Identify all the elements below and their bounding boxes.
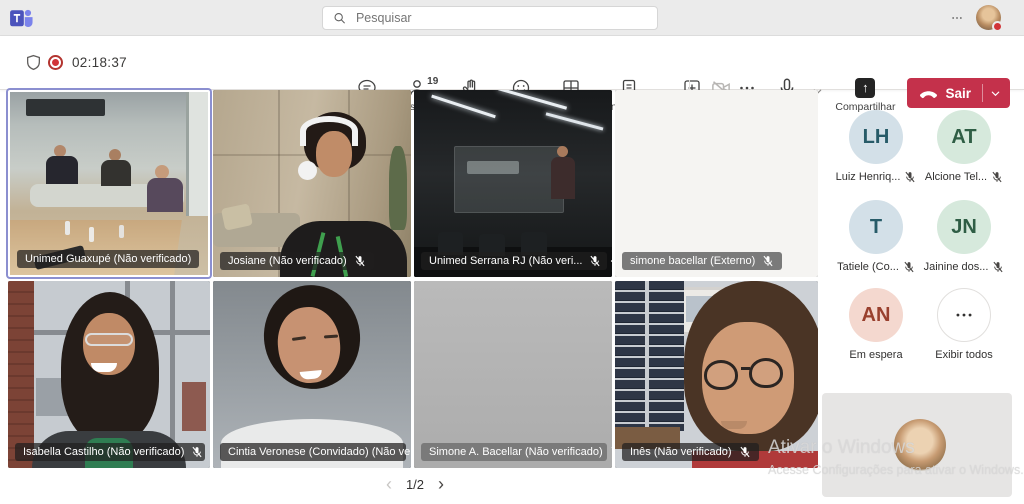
share-button[interactable]: ↑ Compartilhar (835, 78, 895, 113)
mic-off-icon (762, 255, 774, 267)
video-tile-simone-a-bacellar[interactable]: Simone A. Bacellar (Não verificado) (414, 281, 612, 468)
previous-page-icon[interactable]: ‹ (386, 474, 392, 495)
participant-name-label: Inês (Não verificado) (622, 443, 759, 461)
window-more-options-icon[interactable] (948, 10, 972, 26)
avatar-initials: LH (849, 110, 903, 164)
self-view-tile[interactable] (822, 393, 1012, 497)
participant-name-label: Josiane (Não verificado) (220, 252, 374, 270)
meeting-toolbar: 02:18:37 Chat 19 Pessoas Levantar Reagir (0, 36, 1024, 90)
avatar-initials: AT (937, 110, 991, 164)
search-bar[interactable] (322, 6, 658, 30)
teams-logo-icon (10, 7, 34, 29)
video-feed (615, 281, 818, 468)
video-feed (213, 90, 411, 277)
participant-name-label: Unimed Guaxupé (Não verificado) (17, 250, 199, 268)
participant-avatar-alcione[interactable]: AT Alcione Tel... (916, 110, 1012, 183)
avatar-initials: JN (937, 200, 991, 254)
self-profile-photo (894, 419, 946, 471)
video-feed (213, 281, 411, 468)
share-icon: ↑ (855, 78, 875, 98)
next-page-icon[interactable]: › (438, 474, 444, 495)
participant-avatar-tatiele[interactable]: T Tatiele (Co... (828, 200, 924, 273)
hang-up-icon (919, 87, 938, 99)
video-tile-cintia-veronese[interactable]: Cintia Veronese (Convidado) (Não ver... (213, 281, 411, 468)
grid-pagination: ‹ 1/2 › (355, 474, 475, 495)
participant-avatar-waiting[interactable]: AN Em espera (828, 288, 924, 361)
mic-off-icon (354, 255, 366, 267)
participant-name-label: Simone A. Bacellar (Não verificado) (421, 443, 607, 461)
mic-off-icon (589, 255, 601, 267)
participant-name-label: simone bacellar (Externo) (622, 252, 782, 270)
avatar-initials: T (849, 200, 903, 254)
video-feed (414, 90, 612, 277)
video-feed (10, 92, 208, 275)
meeting-timer: 02:18:37 (72, 55, 127, 70)
shield-icon (25, 54, 42, 76)
leave-chevron-icon[interactable] (990, 88, 1001, 99)
video-feed (414, 281, 612, 468)
video-tile-isabella-castilho[interactable]: Isabella Castilho (Não verificado) (8, 281, 210, 468)
mic-off-icon (739, 446, 751, 458)
page-indicator: 1/2 (406, 477, 424, 492)
video-tile-josiane[interactable]: Josiane (Não verificado) (213, 90, 411, 277)
mic-off-icon (191, 446, 203, 458)
participant-avatar-luiz-henrique[interactable]: LH Luiz Henriq... (828, 110, 924, 183)
search-input[interactable] (356, 11, 647, 25)
video-tile-ines[interactable]: Inês (Não verificado) (615, 281, 818, 468)
video-tile-unimed-serrana[interactable]: Unimed Serrana RJ (Não veri... (414, 90, 612, 277)
tile-more-options-icon[interactable] (608, 255, 612, 267)
presence-busy-dot (992, 21, 1003, 32)
participant-name-label: Unimed Serrana RJ (Não veri... (421, 252, 607, 270)
participant-name-label: Cintia Veronese (Convidado) (Não ver... (220, 443, 406, 461)
teams-meeting-window: 02:18:37 Chat 19 Pessoas Levantar Reagir (0, 0, 1024, 504)
show-all-participants-button[interactable]: Exibir todos (916, 288, 1012, 361)
mic-off-icon (904, 171, 916, 183)
video-feed (8, 281, 210, 468)
participant-avatar-jainine[interactable]: JN Jainine dos... (916, 200, 1012, 273)
participant-name-label: Isabella Castilho (Não verificado) (15, 443, 205, 461)
app-top-bar (0, 0, 1024, 36)
show-all-dots-icon (937, 288, 991, 342)
leave-button[interactable]: Sair (907, 78, 1010, 108)
user-avatar[interactable] (976, 5, 1001, 30)
video-tile-simone-bacellar[interactable]: simone bacellar (Externo) (615, 90, 818, 277)
video-feed (615, 90, 818, 277)
video-tile-unimed-guaxupe[interactable]: Unimed Guaxupé (Não verificado) (8, 90, 210, 277)
mic-off-icon (903, 261, 915, 273)
mic-off-icon (991, 171, 1003, 183)
recording-indicator-icon (48, 55, 63, 70)
mic-off-icon (610, 446, 612, 458)
mic-off-icon (992, 261, 1004, 273)
people-count-badge: 19 (427, 76, 438, 87)
search-icon (333, 11, 346, 25)
avatar-initials: AN (849, 288, 903, 342)
